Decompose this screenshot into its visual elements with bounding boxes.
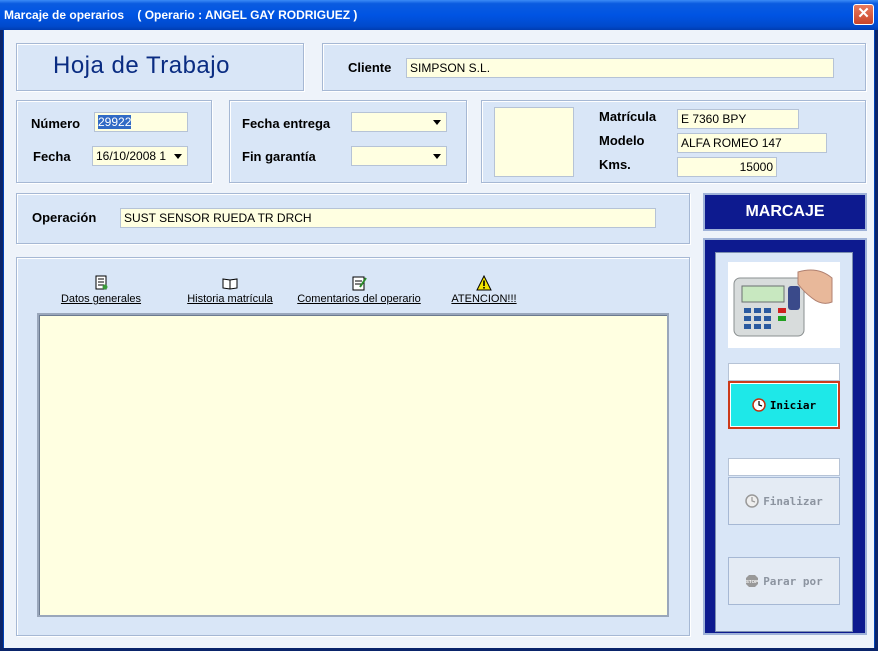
clock-icon: [745, 494, 759, 508]
chevron-down-icon[interactable]: [429, 148, 445, 164]
marcaje-title: MARCAJE: [703, 193, 867, 231]
warning-icon: [476, 275, 492, 291]
matricula-field[interactable]: E 7360 BPY: [677, 109, 799, 129]
cliente-label: Cliente: [348, 60, 392, 75]
numero-label: Número: [31, 116, 81, 131]
stop-icon-text: STOP: [746, 579, 758, 584]
page-title: Hoja de Trabajo: [53, 52, 230, 79]
cliente-field[interactable]: SIMPSON S.L.: [406, 58, 834, 78]
kms-label: Kms.: [599, 157, 631, 172]
numero-value: 29922: [98, 115, 132, 129]
operacion-panel: Operación SUST SENSOR RUEDA TR DRCH: [16, 193, 690, 244]
clock-icon: [752, 398, 766, 412]
chevron-down-icon[interactable]: [429, 114, 445, 130]
time-clock-icon: [733, 269, 833, 337]
fecha-combo[interactable]: 16/10/2008 1: [92, 146, 188, 166]
tab-datos-generales[interactable]: Datos generales: [59, 275, 143, 305]
modelo-field[interactable]: ALFA ROMEO 147: [677, 133, 827, 153]
close-button[interactable]: ✕: [853, 4, 874, 25]
finalizar-button[interactable]: Finalizar: [728, 477, 840, 525]
tab-comentarios-operario[interactable]: Comentarios del operario: [297, 275, 421, 305]
tab-datos-generales-label: Datos generales: [60, 293, 142, 305]
kms-field[interactable]: 15000: [677, 157, 777, 177]
cliente-panel: Cliente SIMPSON S.L.: [322, 43, 866, 91]
tab-comentarios-operario-label: Comentarios del operario: [297, 293, 421, 305]
vehicle-photo: [494, 107, 574, 177]
fechas-panel: Fecha entrega Fin garantía: [229, 100, 467, 183]
parar-label: Parar por: [763, 574, 823, 588]
header-panel: Hoja de Trabajo: [16, 43, 304, 91]
close-icon: ✕: [857, 5, 870, 22]
iniciar-button[interactable]: Iniciar: [728, 381, 840, 429]
fecha-label: Fecha: [33, 149, 71, 164]
tab-content-area[interactable]: [37, 313, 669, 617]
fin-garantia-label: Fin garantía: [242, 149, 316, 164]
parar-button[interactable]: STOP Parar por: [728, 557, 840, 605]
fecha-value: 16/10/2008 1: [96, 149, 167, 163]
iniciar-time-display: [728, 363, 840, 381]
iniciar-label: Iniciar: [769, 398, 817, 412]
document-icon: [95, 275, 108, 290]
stop-icon: STOP: [746, 575, 758, 587]
detalle-panel: Datos generales Historia matrícula Comen…: [16, 257, 690, 636]
tab-atencion-label: ATENCION!!!: [451, 293, 517, 305]
fin-garantia-combo[interactable]: [351, 146, 447, 166]
tab-atencion[interactable]: ATENCION!!!: [449, 275, 519, 305]
fecha-entrega-label: Fecha entrega: [242, 116, 331, 131]
numero-field[interactable]: 29922: [94, 112, 188, 132]
vehiculo-panel: Matrícula E 7360 BPY Modelo ALFA ROMEO 1…: [481, 100, 866, 183]
title-bar: Marcaje de operarios ( Operario : ANGEL …: [0, 0, 878, 30]
marcaje-inner: Iniciar Finalizar STOP Parar por: [715, 252, 853, 632]
window-title: Marcaje de operarios ( Operario : ANGEL …: [4, 8, 358, 22]
book-icon: [222, 278, 238, 290]
numero-panel: Número 29922 Fecha 16/10/2008 1: [16, 100, 212, 183]
modelo-label: Modelo: [599, 133, 645, 148]
window-client: Hoja de Trabajo Cliente SIMPSON S.L. Núm…: [3, 30, 875, 648]
operacion-label: Operación: [32, 210, 97, 225]
tab-historia-matricula-label: Historia matrícula: [187, 293, 273, 305]
finalizar-label: Finalizar: [763, 494, 823, 508]
marcaje-panel: Iniciar Finalizar STOP Parar por: [703, 238, 867, 635]
finalizar-time-display: [728, 458, 840, 476]
time-clock-image: [728, 262, 840, 348]
fecha-entrega-combo[interactable]: [351, 112, 447, 132]
notepad-icon: [352, 276, 367, 291]
operacion-field[interactable]: SUST SENSOR RUEDA TR DRCH: [120, 208, 656, 228]
chevron-down-icon[interactable]: [170, 148, 186, 164]
matricula-label: Matrícula: [599, 109, 657, 124]
tab-historia-matricula[interactable]: Historia matrícula: [185, 275, 275, 305]
